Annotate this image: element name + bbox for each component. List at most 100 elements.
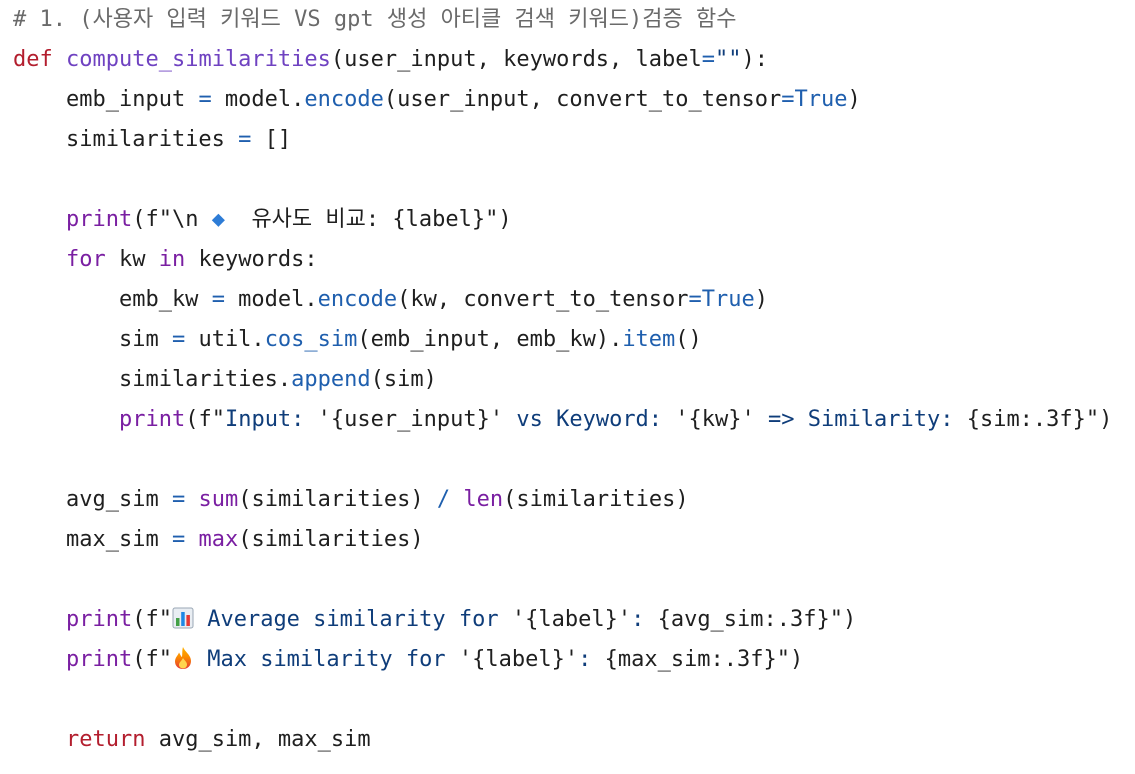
code-token-plain: '{label}'	[511, 607, 632, 632]
code-token-plain: )	[754, 287, 769, 312]
code-token-constant: True	[701, 287, 755, 312]
code-token-plain: similarities	[13, 127, 239, 152]
code-token-builtin: print	[118, 407, 186, 432]
code-token-plain: avg_sim, max_sim	[145, 727, 371, 752]
code-token-control: in	[158, 247, 186, 272]
code-token-plain: emb_kw	[13, 287, 212, 312]
code-token-builtin: len	[463, 487, 504, 512]
fire-icon	[172, 640, 194, 680]
code-token-operator: =	[211, 287, 225, 312]
code-token-plain: keywords:	[185, 247, 318, 272]
code-token-operator: =	[688, 287, 702, 312]
code-line: print(f" Max similarity for '{label}': {…	[13, 640, 1112, 680]
code-token-plain: (user_input, keywords, label	[330, 47, 702, 72]
code-token-builtin: max	[198, 527, 239, 552]
code-token-plain: ):	[741, 47, 769, 72]
code-token-comment: # 1. (사용자 입력 키워드 VS gpt 생성 아티클 검색 키워드)검증…	[13, 7, 737, 32]
code-token-method: cos_sim	[264, 327, 358, 352]
code-token-plain: avg_sim	[13, 487, 172, 512]
code-token-operator: =	[171, 527, 186, 552]
code-token-plain: []	[251, 127, 292, 152]
code-token-plain: (f"	[132, 607, 172, 632]
code-line: print(f"\n ◆ 유사도 비교: {label}")	[13, 200, 1112, 240]
code-token-builtin: print	[65, 607, 133, 632]
code-token-builtin: sum	[198, 487, 239, 512]
code-line: similarities = []	[13, 120, 1112, 160]
code-token-operator: =	[198, 87, 212, 112]
code-token-string: Average similarity for	[193, 607, 512, 632]
code-token-plain: '{kw}'	[675, 407, 755, 432]
code-line: return avg_sim, max_sim	[13, 720, 1112, 760]
code-token-operator: /	[436, 487, 451, 512]
code-token-keyword: def	[13, 47, 53, 72]
code-token-plain: {sim:.3f}")	[966, 407, 1113, 432]
code-token-plain: 유사도 비교: {label}")	[224, 207, 512, 232]
code-token-operator: =	[171, 487, 186, 512]
code-token-plain: (f"	[185, 407, 225, 432]
code-token-string: vs Keyword:	[503, 407, 676, 432]
diamond-icon: ◆	[211, 207, 225, 232]
code-token-operator: =	[781, 87, 795, 112]
code-token-plain: (f"\n	[132, 207, 212, 232]
code-token-string: => Similarity:	[754, 407, 967, 432]
code-token-method: item	[622, 327, 676, 352]
code-editor[interactable]: # 1. (사용자 입력 키워드 VS gpt 생성 아티클 검색 키워드)검증…	[0, 0, 1135, 774]
code-token-plain: )	[847, 87, 861, 112]
code-line: def compute_similarities(user_input, key…	[13, 40, 1112, 80]
code-token-plain: (kw, convert_to_tensor	[397, 287, 689, 312]
code-line: similarities.append(sim)	[13, 360, 1112, 400]
code-token-plain: (similarities)	[238, 487, 437, 512]
code-token-plain: (user_input, convert_to_tensor	[383, 87, 782, 112]
code-line: emb_input = model.encode(user_input, con…	[13, 80, 1112, 120]
code-token-plain: emb_input	[13, 87, 199, 112]
code-token-string: Input:	[224, 407, 318, 432]
code-line: for kw in keywords:	[13, 240, 1112, 280]
code-token-method: encode	[317, 287, 398, 312]
code-token-operator: =	[238, 127, 252, 152]
code-token-operator: =	[701, 47, 716, 72]
code-block: # 1. (사용자 입력 키워드 VS gpt 생성 아티클 검색 키워드)검증…	[13, 0, 1112, 760]
code-token-control: for	[65, 247, 106, 272]
code-token-builtin: print	[65, 207, 133, 232]
code-token-plain: (f"	[132, 647, 172, 672]
code-line: avg_sim = sum(similarities) / len(simila…	[13, 480, 1112, 520]
code-token-operator: =	[171, 327, 186, 352]
code-token-funcdef: compute_similarities	[66, 47, 331, 72]
code-token-string: :	[578, 647, 605, 672]
code-token-plain: similarities.	[13, 367, 292, 392]
code-token-plain: kw	[105, 247, 159, 272]
code-token-plain: model.	[224, 287, 318, 312]
code-token-plain: '{user_input}'	[317, 407, 504, 432]
bar-chart-icon	[172, 600, 194, 640]
code-line: # 1. (사용자 입력 키워드 VS gpt 생성 아티클 검색 키워드)검증…	[13, 0, 1112, 40]
code-token-builtin: print	[65, 647, 133, 672]
code-token-plain: (similarities)	[238, 527, 424, 552]
code-token-plain: ()	[675, 327, 702, 352]
code-line: emb_kw = model.encode(kw, convert_to_ten…	[13, 280, 1112, 320]
code-token-plain: sim	[13, 327, 172, 352]
code-token-string: :	[631, 607, 658, 632]
code-token-plain: (emb_input, emb_kw).	[357, 327, 623, 352]
code-token-plain: (sim)	[370, 367, 437, 392]
code-token-plain: util.	[185, 327, 265, 352]
code-line: sim = util.cos_sim(emb_input, emb_kw).it…	[13, 320, 1112, 360]
code-line: print(f"Input: '{user_input}' vs Keyword…	[13, 400, 1112, 440]
code-token-method: append	[291, 367, 371, 392]
code-line: print(f" Average similarity for '{label}…	[13, 600, 1112, 640]
code-token-method: encode	[304, 87, 384, 112]
code-token-plain: '{label}'	[458, 647, 579, 672]
code-token-constant: True	[794, 87, 848, 112]
code-token-string: Max similarity for	[193, 647, 459, 672]
code-token-plain: {avg_sim:.3f}")	[657, 607, 857, 632]
